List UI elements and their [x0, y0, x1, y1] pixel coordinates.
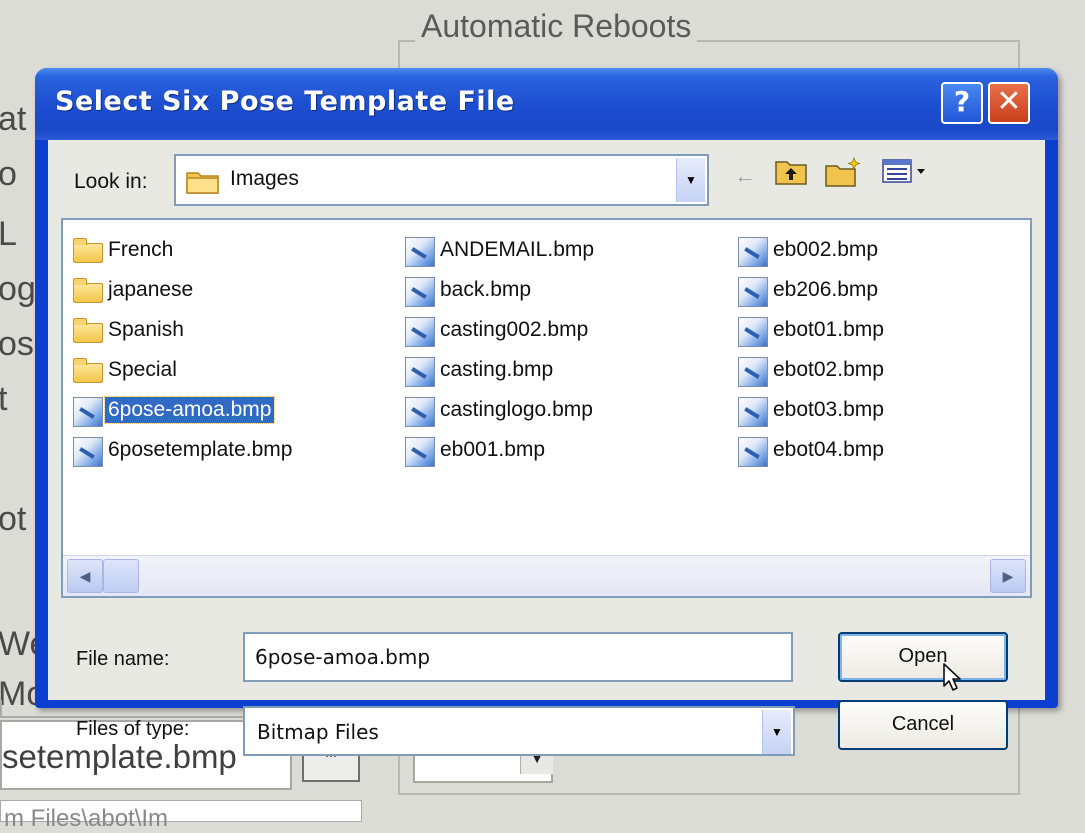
folder-icon — [71, 275, 105, 305]
new-folder-icon[interactable] — [823, 156, 863, 196]
files-of-type-dropdown[interactable]: Bitmap Files ▼ — [243, 706, 795, 756]
file-name-text: ebot04.bmp — [773, 438, 884, 461]
bitmap-file-icon — [403, 315, 437, 347]
file-open-dialog: Select Six Pose Template File ? ✕ Look i… — [35, 68, 1058, 756]
bg-label-fragment: os — [0, 325, 34, 363]
file-name-text: ANDEMAIL.bmp — [440, 238, 595, 261]
look-in-label: Look in: — [74, 170, 148, 193]
bitmap-file-icon — [71, 435, 105, 467]
folder-icon — [71, 355, 105, 385]
file-list-item[interactable]: casting.bmp — [403, 350, 597, 390]
folder-icon — [186, 168, 220, 199]
bg-path-text: m Files\abot\Im — [4, 805, 169, 832]
file-list-item[interactable]: eb206.bmp — [736, 270, 887, 310]
file-list-item[interactable]: japanese — [71, 270, 295, 310]
file-list-item[interactable]: ebot03.bmp — [736, 390, 887, 430]
dialog-titlebar[interactable]: Select Six Pose Template File ? ✕ — [35, 68, 1058, 140]
bg-label-fragment: o — [0, 155, 17, 193]
file-list-item[interactable]: ebot02.bmp — [736, 350, 887, 390]
file-list-item[interactable]: 6pose-amoa.bmp — [71, 390, 295, 430]
template-file-text: setemplate.bmp — [2, 738, 237, 775]
file-list-item[interactable]: ebot04.bmp — [736, 430, 887, 470]
file-name-text: ebot03.bmp — [773, 398, 884, 421]
scroll-left-icon[interactable]: ◀ — [67, 559, 103, 593]
bitmap-file-icon — [403, 275, 437, 307]
bitmap-file-icon — [736, 355, 770, 387]
file-list-item[interactable]: 6posetemplate.bmp — [71, 430, 295, 470]
file-column: French japanese Spanish Special 6pose-amoa.b… — [71, 230, 295, 470]
bg-label-fragment: t — [0, 380, 8, 418]
bitmap-file-icon — [736, 235, 770, 267]
mouse-cursor-icon — [934, 662, 968, 707]
automatic-reboots-title: Automatic Reboots — [415, 8, 698, 45]
file-name-text: Spanish — [108, 318, 184, 341]
file-name-input[interactable]: 6pose-amoa.bmp — [243, 632, 793, 682]
folder-icon — [71, 315, 105, 345]
bitmap-file-icon — [403, 235, 437, 267]
file-name-text: 6posetemplate.bmp — [108, 438, 293, 461]
file-list-item[interactable]: eb002.bmp — [736, 230, 887, 270]
files-of-type-label: Files of type: — [76, 718, 190, 740]
files-of-type-value: Bitmap Files — [257, 720, 379, 744]
bitmap-file-icon — [736, 315, 770, 347]
file-list-item[interactable]: ebot01.bmp — [736, 310, 887, 350]
file-name-text: castinglogo.bmp — [440, 398, 593, 421]
file-name-text: casting002.bmp — [440, 318, 589, 341]
file-list-item[interactable]: Spanish — [71, 310, 295, 350]
file-name-text: eb206.bmp — [773, 278, 879, 301]
file-name-text: back.bmp — [440, 278, 532, 301]
file-list-item[interactable]: back.bmp — [403, 270, 597, 310]
horizontal-scrollbar[interactable]: ◀ ▶ — [63, 555, 1030, 596]
folder-icon — [71, 235, 105, 265]
dropdown-arrow-icon[interactable]: ▼ — [762, 710, 791, 754]
file-name-text: Special — [108, 358, 177, 381]
open-button[interactable]: Open — [838, 632, 1008, 682]
file-name-text: 6pose-amoa.bmp — [103, 396, 276, 424]
bg-label-fragment: og — [0, 270, 36, 308]
bitmap-file-icon — [403, 355, 437, 387]
file-list-item[interactable]: Special — [71, 350, 295, 390]
file-list[interactable]: French japanese Spanish Special 6pose-amoa.b… — [61, 218, 1032, 598]
file-name-text: japanese — [108, 278, 194, 301]
file-name-text: French — [108, 238, 174, 261]
file-name-text: eb002.bmp — [773, 238, 879, 261]
bg-label-fragment: at — [0, 100, 27, 138]
bg-label-fragment: L — [0, 215, 17, 253]
bg-label-fragment: ot — [0, 500, 27, 538]
file-list-item[interactable]: eb001.bmp — [403, 430, 597, 470]
bitmap-file-icon — [736, 395, 770, 427]
scroll-thumb[interactable] — [103, 559, 139, 593]
file-list-item[interactable]: French — [71, 230, 295, 270]
up-folder-icon[interactable] — [771, 156, 811, 196]
file-list-item[interactable]: castinglogo.bmp — [403, 390, 597, 430]
bitmap-file-icon — [403, 435, 437, 467]
bitmap-file-icon — [403, 395, 437, 427]
file-name-text: casting.bmp — [440, 358, 554, 381]
back-arrow-icon[interactable]: ← — [725, 156, 765, 196]
scroll-right-icon[interactable]: ▶ — [990, 559, 1026, 593]
look-in-dropdown[interactable]: Images ▼ — [174, 154, 709, 206]
bitmap-file-icon — [736, 275, 770, 307]
bitmap-file-icon — [71, 395, 105, 427]
dropdown-arrow-icon[interactable]: ▼ — [676, 158, 705, 202]
view-menu-icon[interactable] — [876, 156, 936, 196]
help-button[interactable]: ? — [941, 82, 983, 124]
file-name-text: ebot01.bmp — [773, 318, 884, 341]
file-list-item[interactable]: casting002.bmp — [403, 310, 597, 350]
file-name-label: File name: — [76, 648, 170, 670]
cancel-button[interactable]: Cancel — [838, 700, 1008, 750]
file-column: ANDEMAIL.bmp back.bmp casting002.bmp castin… — [403, 230, 597, 470]
look-in-value: Images — [230, 167, 299, 190]
dialog-client-area: Look in: Images ▼ ← French japanese Span… — [48, 140, 1045, 756]
file-list-item[interactable]: ANDEMAIL.bmp — [403, 230, 597, 270]
file-name-text: eb001.bmp — [440, 438, 546, 461]
dialog-title: Select Six Pose Template File — [55, 86, 515, 117]
file-name-text: ebot02.bmp — [773, 358, 884, 381]
bitmap-file-icon — [736, 435, 770, 467]
close-button[interactable]: ✕ — [988, 82, 1030, 124]
file-column: eb002.bmp eb206.bmp ebot01.bmp ebot02.bmp eb… — [736, 230, 887, 470]
